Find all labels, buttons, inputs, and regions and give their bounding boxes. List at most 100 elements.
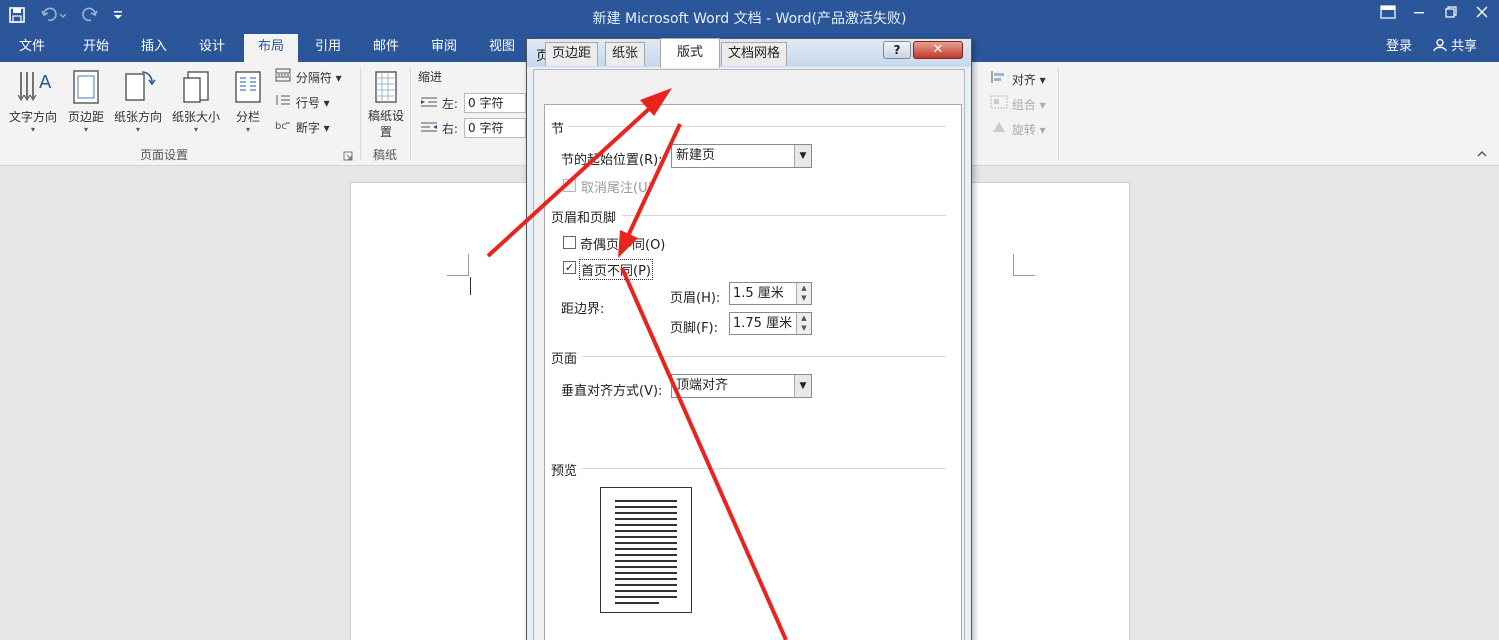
- tab-home[interactable]: 开始: [70, 34, 122, 62]
- odd-even-checkbox[interactable]: [563, 236, 576, 249]
- close-icon[interactable]: ✕: [913, 41, 963, 59]
- preview-line: [615, 512, 677, 514]
- line-numbers-button[interactable]: 行号 ▾: [274, 93, 330, 111]
- chevron-down-icon: ▾: [30, 125, 35, 134]
- suppress-endnotes-checkbox[interactable]: [563, 179, 576, 192]
- indent-right-input[interactable]: 0 字符: [464, 118, 526, 138]
- close-window-icon[interactable]: [1468, 4, 1496, 26]
- chevron-down-icon: ▾: [335, 71, 342, 85]
- group-divider: [410, 68, 411, 160]
- columns-label: 分栏: [235, 110, 260, 124]
- header-footer-heading: 页眉和页脚: [551, 211, 617, 226]
- preview-heading: 预览: [551, 464, 578, 479]
- chevron-down-icon: ▾: [193, 125, 198, 134]
- section-divider: [568, 126, 946, 127]
- chevron-down-icon: ▾: [135, 125, 140, 134]
- tab-document-grid[interactable]: 文档网格: [721, 42, 788, 66]
- header-distance-input[interactable]: 1.5 厘米 ▲ ▼: [729, 282, 812, 305]
- help-button[interactable]: ?: [883, 41, 911, 59]
- align-button[interactable]: 对齐 ▾: [990, 70, 1046, 88]
- chevron-down-icon: ▾: [323, 96, 330, 110]
- collapse-ribbon-icon[interactable]: [1476, 148, 1488, 163]
- text-direction-button[interactable]: A 文字方向 ▾: [4, 68, 62, 134]
- orientation-button[interactable]: 纸张方向 ▾: [110, 68, 166, 134]
- chevron-down-icon: ▼: [794, 145, 811, 167]
- draft-group-label: 稿纸: [373, 148, 398, 162]
- group-label: 组合: [1011, 98, 1036, 112]
- paper-size-icon: [168, 68, 224, 108]
- margins-label: 页边距: [67, 110, 104, 124]
- footer-distance-label: 页脚(F):: [670, 321, 719, 336]
- rotate-button[interactable]: 旋转 ▾: [990, 120, 1046, 138]
- draft-settings-button[interactable]: 稿纸设置: [366, 68, 406, 140]
- crop-mark: [447, 254, 469, 276]
- rotate-icon: [990, 122, 1008, 137]
- title-bar: 新建 Microsoft Word 文档 - Word(产品激活失败): [0, 0, 1499, 34]
- columns-icon: [228, 68, 268, 108]
- section-heading: 节: [551, 122, 565, 137]
- tab-references[interactable]: 引用: [302, 34, 354, 62]
- orientation-icon: [110, 68, 166, 108]
- tab-view[interactable]: 视图: [476, 34, 528, 62]
- preview-line: [615, 554, 677, 556]
- preview-line: [615, 590, 677, 592]
- align-label: 对齐: [1011, 73, 1036, 87]
- first-page-label: 首页不同(P): [579, 259, 653, 280]
- columns-button[interactable]: 分栏 ▾: [228, 68, 268, 134]
- ribbon-display-options-icon[interactable]: [1374, 4, 1402, 26]
- preview-line: [615, 500, 677, 502]
- minimize-icon[interactable]: [1405, 4, 1433, 26]
- section-divider: [622, 215, 946, 216]
- tab-file[interactable]: 文件: [6, 34, 58, 62]
- from-edge-label: 距边界:: [561, 302, 605, 317]
- group-divider: [1058, 68, 1059, 160]
- orientation-label: 纸张方向: [113, 110, 162, 124]
- tab-insert[interactable]: 插入: [128, 34, 180, 62]
- share-button[interactable]: 共享: [1424, 34, 1486, 62]
- dialog-launcher-icon[interactable]: [343, 150, 353, 165]
- suppress-endnotes-label: 取消尾注(U): [581, 181, 653, 196]
- vertical-alignment-select[interactable]: 顶端对齐 ▼: [671, 374, 812, 398]
- hyphenation-button[interactable]: bc 断字 ▾: [274, 118, 330, 136]
- page-heading: 页面: [551, 352, 578, 367]
- spin-arrows-icon[interactable]: ▲ ▼: [796, 313, 811, 334]
- line-numbers-label: 行号: [295, 96, 320, 110]
- first-page-checkbox[interactable]: ✓: [563, 261, 576, 274]
- hyphenation-label: 断字: [295, 121, 320, 135]
- hyphenation-icon: bc: [274, 121, 292, 135]
- preview-line: [615, 584, 677, 586]
- tab-layout-dialog[interactable]: 版式: [660, 38, 720, 68]
- signin-link[interactable]: 登录: [1378, 34, 1420, 62]
- text-direction-label: 文字方向: [8, 110, 57, 124]
- section-start-select[interactable]: 新建页 ▼: [671, 144, 812, 168]
- indent-left-icon: [420, 97, 438, 111]
- size-button[interactable]: 纸张大小 ▾: [168, 68, 224, 134]
- svg-text:A: A: [39, 72, 52, 93]
- tab-layout[interactable]: 布局: [244, 34, 298, 62]
- chevron-down-icon: ▾: [1039, 73, 1046, 87]
- restore-icon[interactable]: [1437, 4, 1465, 26]
- spin-arrows-icon[interactable]: ▲ ▼: [796, 283, 811, 304]
- breaks-icon: [274, 68, 292, 85]
- tab-design[interactable]: 设计: [186, 34, 238, 62]
- group-objects-button[interactable]: 组合 ▾: [990, 95, 1046, 113]
- indent-left-input[interactable]: 0 字符: [464, 93, 526, 113]
- share-label: 共享: [1451, 39, 1478, 54]
- window-title: 新建 Microsoft Word 文档 - Word(产品激活失败): [592, 11, 907, 27]
- draft-paper-icon: [366, 68, 406, 108]
- tab-paper[interactable]: 纸张: [605, 42, 646, 66]
- footer-distance-value: 1.75 厘米: [733, 316, 793, 331]
- tab-mailings[interactable]: 邮件: [360, 34, 412, 62]
- preview-line: [615, 536, 677, 538]
- chevron-down-icon: ▼: [794, 375, 811, 397]
- tab-review[interactable]: 审阅: [418, 34, 470, 62]
- footer-distance-input[interactable]: 1.75 厘米 ▲ ▼: [729, 312, 812, 335]
- breaks-button[interactable]: 分隔符 ▾: [274, 68, 342, 86]
- page-setup-group-label: 页面设置: [140, 148, 189, 162]
- indent-heading: 缩进: [418, 70, 443, 84]
- tab-margins[interactable]: 页边距: [545, 42, 599, 66]
- person-icon: [1433, 38, 1451, 54]
- chevron-down-icon: ▾: [245, 125, 250, 134]
- text-direction-icon: A: [4, 68, 62, 108]
- margins-button[interactable]: 页边距 ▾: [64, 68, 108, 134]
